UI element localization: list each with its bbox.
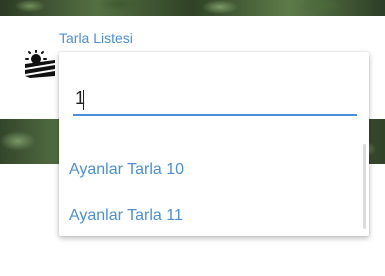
field-search-input[interactable] — [73, 82, 357, 116]
dropdown-option[interactable]: Ayanlar Tarla 11 — [59, 193, 369, 239]
background-image-top — [0, 0, 385, 16]
field-sun-icon — [25, 50, 55, 78]
dropdown-scrollbar[interactable] — [363, 144, 366, 229]
field-dropdown-panel: Ayanlar Tarla 10 Ayanlar Tarla 11 — [59, 52, 369, 236]
dropdown-options-list: Ayanlar Tarla 10 Ayanlar Tarla 11 — [59, 147, 369, 239]
dropdown-option[interactable]: Ayanlar Tarla 10 — [59, 147, 369, 193]
text-caret — [83, 90, 84, 110]
field-list-label: Tarla Listesi — [59, 30, 133, 46]
